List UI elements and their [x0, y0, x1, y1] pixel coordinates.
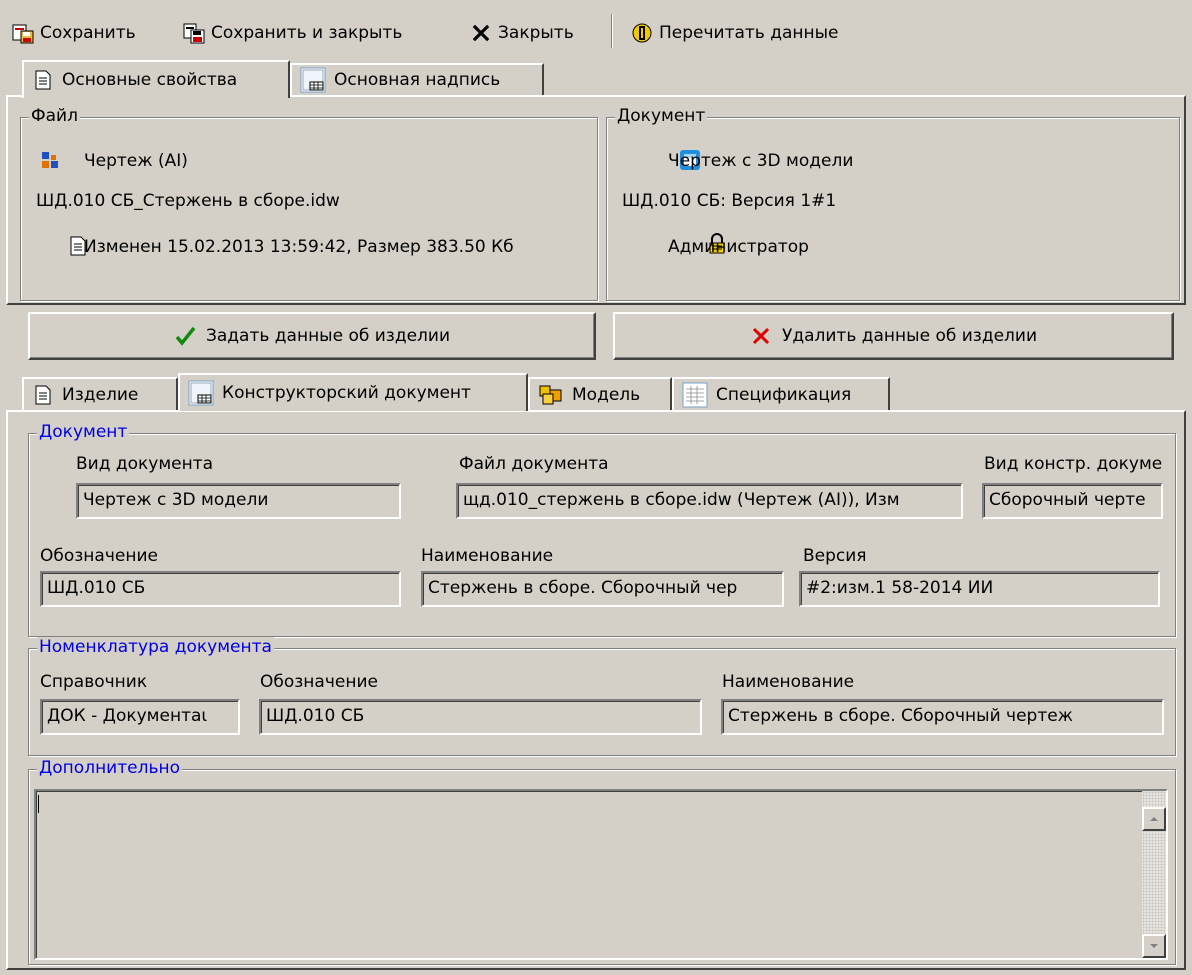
- document-owner: Администратор: [668, 237, 809, 257]
- catalog-label: Справочник: [40, 672, 148, 692]
- catalog-field[interactable]: ДОК - Документаι: [40, 699, 240, 735]
- checkmark-icon: [174, 325, 196, 347]
- doc-file-field[interactable]: щд.010_стержень в сборе.idw (Чертеж (AI)…: [456, 483, 963, 519]
- additional-legend: Дополнительно: [37, 758, 182, 778]
- text-caret: [38, 795, 39, 813]
- designation-field[interactable]: ШД.010 СБ: [40, 571, 401, 607]
- tab-model[interactable]: Модель: [528, 377, 672, 410]
- toolbar-separator: [611, 14, 613, 48]
- vertical-scrollbar[interactable]: [1142, 791, 1166, 958]
- tab-model-label: Модель: [572, 384, 641, 405]
- save-close-icon: [183, 22, 205, 44]
- tab-title-block[interactable]: Основная надпись: [290, 63, 544, 95]
- set-product-data-label: Задать данные об изделии: [205, 326, 451, 346]
- doc-kind-label: Вид документа: [76, 454, 214, 474]
- page-icon: [32, 384, 54, 406]
- arrow-down-icon: [1150, 944, 1158, 948]
- scroll-down-button[interactable]: [1142, 934, 1166, 958]
- file-type: Чертеж (AI): [84, 151, 188, 171]
- close-button[interactable]: Закрыть: [470, 16, 574, 50]
- tab-main-properties[interactable]: Основные свойства: [22, 60, 290, 98]
- page-icon: [32, 69, 54, 91]
- name-label: Наименование: [421, 546, 554, 566]
- drawing-icon: [300, 67, 326, 93]
- tab-product-label: Изделие: [62, 384, 139, 405]
- save-label: Сохранить: [40, 23, 136, 43]
- drawing-icon: [188, 380, 214, 406]
- file-group-legend: Файл: [29, 106, 80, 126]
- close-label: Закрыть: [498, 23, 574, 43]
- nomenclature-name-label: Наименование: [722, 672, 855, 692]
- nomenclature-designation-field[interactable]: ШД.010 СБ: [259, 699, 702, 735]
- save-button[interactable]: Сохранить: [12, 16, 136, 50]
- tab-specification-label: Спецификация: [716, 384, 852, 405]
- document-type: Чертеж с 3D модели: [668, 151, 854, 171]
- additional-textarea[interactable]: [34, 789, 1168, 960]
- tab-specification[interactable]: Спецификация: [672, 377, 890, 410]
- assembly-icon: [40, 150, 62, 172]
- model-cubes-icon: [538, 384, 564, 406]
- tab-product[interactable]: Изделие: [22, 377, 178, 410]
- tab-design-document-label: Конструкторский документ: [222, 383, 471, 403]
- design-kind-label: Вид констр. докуме: [984, 454, 1163, 474]
- doc-file-label: Файл документа: [459, 454, 609, 474]
- close-x-icon: [470, 22, 492, 44]
- nomenclature-name-field[interactable]: Стержень в сборе. Сборочный чертеж: [721, 699, 1164, 735]
- designation-label: Обозначение: [40, 546, 158, 566]
- arrow-up-icon: [1150, 817, 1158, 821]
- design-kind-field[interactable]: Сборочный черте: [982, 483, 1163, 519]
- delete-product-data-button[interactable]: Удалить данные об изделии: [613, 312, 1174, 360]
- save-and-close-button[interactable]: Сохранить и закрыть: [183, 16, 402, 50]
- doc-kind-field[interactable]: Чертеж с 3D модели: [76, 483, 401, 519]
- save-and-close-label: Сохранить и закрыть: [211, 23, 403, 43]
- scroll-up-button[interactable]: [1142, 807, 1166, 831]
- tab-main-properties-label: Основные свойства: [62, 70, 238, 90]
- name-field[interactable]: Стержень в сборе. Сборочный чер: [421, 571, 784, 607]
- reload-icon: [631, 22, 653, 44]
- version-label: Версия: [803, 546, 867, 566]
- spec-grid-icon: [682, 382, 708, 408]
- file-name: ШД.010 СБ_Стержень в сборе.idw: [36, 191, 340, 211]
- reload-data-button[interactable]: Перечитать данные: [631, 16, 839, 50]
- document-group-legend: Документ: [615, 106, 708, 126]
- delete-product-data-label: Удалить данные об изделии: [781, 326, 1037, 346]
- tab-title-block-label: Основная надпись: [334, 70, 501, 90]
- nomenclature-legend: Номенклатура документа: [37, 637, 274, 657]
- file-modified-info: Изменен 15.02.2013 13:59:42, Размер 383.…: [84, 237, 514, 257]
- save-icon: [12, 22, 34, 44]
- red-x-icon: [750, 325, 772, 347]
- design-document-legend: Документ: [37, 422, 130, 442]
- nomenclature-designation-label: Обозначение: [260, 672, 378, 692]
- reload-label: Перечитать данные: [659, 23, 839, 43]
- document-version: ШД.010 СБ: Версия 1#1: [622, 191, 837, 211]
- version-field[interactable]: #2:изм.1 58-2014 ИИ: [799, 571, 1160, 607]
- tab-design-document[interactable]: Конструкторский документ: [178, 373, 528, 411]
- set-product-data-button[interactable]: Задать данные об изделии: [28, 312, 596, 360]
